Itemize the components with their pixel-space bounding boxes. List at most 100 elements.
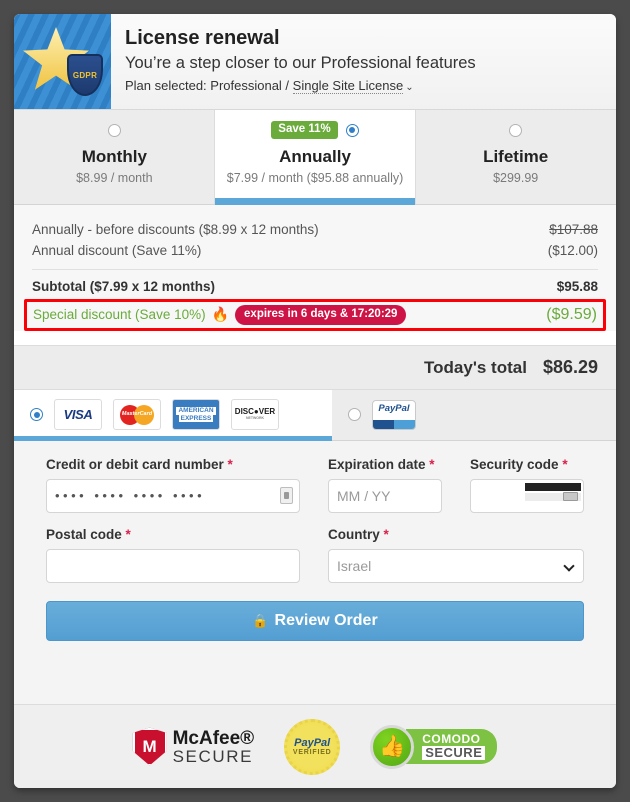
paypal-verified-line1: PayPal [294,736,331,749]
security-code-input[interactable] [470,478,584,513]
amex-icon: AMERICAN EXPRESS [172,399,220,430]
comodo-secure-badge: 👍 COMODO SECURE [370,724,498,769]
field-group-postal-code: Postal code * [46,527,300,583]
mcafee-text: McAfee® SECURE [173,729,255,765]
country-label: Country * [328,527,584,542]
country-label-text: Country [328,526,380,542]
postal-code-label: Postal code * [46,527,300,542]
comodo-text: COMODO SECURE [406,729,498,764]
paypal-label: PayPal [378,402,410,414]
mcafee-initial: M [142,736,157,756]
total-label: Today's total [424,357,527,377]
breakdown-row-subtotal: Subtotal ($7.99 x 12 months) $95.88 [32,276,598,297]
magnetic-stripe [525,482,581,491]
special-discount-value: ($9.59) [546,305,597,323]
amex-mark: AMERICAN EXPRESS [173,400,219,429]
card-number-label-text: Credit or debit card number [46,456,224,472]
tab-lifetime-top [415,120,616,140]
mcafee-line2: SECURE [172,746,254,766]
mcafee-line1: McAfee® [172,727,255,749]
payment-method-credit-card[interactable]: VISA MasterCard AMERICAN EXPRESS DISC●VE… [14,389,332,441]
review-order-button[interactable]: 🔒 Review Order [46,600,584,641]
tab-lifetime[interactable]: Lifetime $299.99 [415,110,616,204]
required-asterisk: * [227,456,233,472]
total-bar: Today's total $86.29 [14,344,616,390]
header: GDPR License renewal You’re a step close… [14,14,616,110]
postal-code-input[interactable] [46,548,300,583]
card-number-input[interactable]: •••• •••• •••• •••• [46,478,300,513]
thumbs-up-icon: 👍 [370,724,415,769]
before-discounts-value: $107.88 [549,222,598,237]
subtotal-label: Subtotal ($7.99 x 12 months) [32,279,216,294]
discover-mark: DISC●VER NETWORK [235,408,275,421]
form-row-1: Credit or debit card number * •••• •••• … [46,457,584,513]
discover-sub: NETWORK [245,416,265,421]
field-group-security-code: Security code * [470,457,584,513]
form-row-2: Postal code * Country * Israel [46,527,584,583]
radio-lifetime[interactable] [509,123,523,137]
card-number-label: Credit or debit card number * [46,457,300,472]
trust-badges: M McAfee® SECURE PayPal VERIFIED 👍 COMOD… [14,704,616,788]
field-group-country: Country * Israel [328,527,584,583]
payment-form: Credit or debit card number * •••• •••• … [14,440,616,704]
mcafee-shield-icon: M [132,727,167,766]
radio-annually[interactable] [345,123,359,137]
mastercard-mark: MasterCard [120,404,154,425]
review-order-label: Review Order [274,611,378,629]
expiration-label: Expiration date * [328,457,442,472]
visa-label: VISA [63,407,93,422]
save-badge: Save 11% [271,121,338,139]
radio-monthly[interactable] [107,123,121,137]
security-code-label: Security code * [470,457,584,472]
expiration-input[interactable]: MM / YY [328,478,442,513]
tab-annually-price: $7.99 / month ($95.88 annually) [226,171,404,185]
product-logo: GDPR [14,14,111,109]
required-asterisk: * [429,456,435,472]
tab-annually-name: Annually [279,147,351,166]
tab-monthly[interactable]: Monthly $8.99 / month [14,110,215,204]
plan-selected-line: Plan selected: Professional / Single Sit… [125,78,476,95]
amex-line2: EXPRESS [178,414,214,422]
page-title: License renewal [125,27,280,49]
form-spacer [46,513,584,527]
breakdown-row-before-discounts: Annually - before discounts ($8.99 x 12 … [32,219,598,240]
required-asterisk: * [383,526,389,542]
mastercard-icon: MasterCard [113,399,161,430]
breakdown-divider [32,269,598,270]
radio-paypal[interactable] [348,408,361,421]
mastercard-label: MasterCard [121,410,153,417]
countdown-timer-badge: expires in 6 days & 17:20:29 [235,305,407,325]
special-discount-left: Special discount (Save 10%) 🔥 expires in… [33,305,407,325]
field-group-expiration: Expiration date * MM / YY [328,457,442,513]
subtotal-value: $95.88 [556,279,598,294]
country-select-wrap: Israel [328,548,584,583]
postal-code-label-text: Postal code [46,526,122,542]
page-background: GDPR License renewal You’re a step close… [0,0,630,802]
radio-credit-card[interactable] [30,408,43,421]
tab-lifetime-name: Lifetime [483,147,549,166]
fire-icon: 🔥 [211,306,230,323]
payment-method-selector: VISA MasterCard AMERICAN EXPRESS DISC●VE… [14,389,616,441]
plan-selected-prefix: Plan selected: Professional / [125,78,293,94]
payment-method-paypal[interactable]: PayPal [332,390,616,440]
country-select[interactable]: Israel [328,548,584,583]
mcafee-secure-badge: M McAfee® SECURE [132,727,255,766]
chevron-down-icon[interactable]: ⌄ [405,82,413,93]
gdpr-shield-icon: GDPR [67,54,103,96]
discover-label: DISC●VER [234,407,276,417]
lock-icon: 🔒 [252,612,269,628]
billing-period-tabs: Monthly $8.99 / month Save 11% Annually … [14,110,616,205]
tab-lifetime-price: $299.99 [493,171,539,185]
paypal-verified-badge: PayPal VERIFIED [284,718,341,775]
page-subtitle: You’re a step closer to our Professional… [125,54,476,72]
plan-license-dropdown[interactable]: Single Site License [292,78,404,95]
annual-discount-value: ($12.00) [547,243,598,258]
required-asterisk: * [125,526,131,542]
tab-annually[interactable]: Save 11% Annually $7.99 / month ($95.88 … [214,110,416,205]
expiration-label-text: Expiration date [328,456,426,472]
gdpr-shield-label: GDPR [72,70,98,80]
paypal-bars [373,419,415,429]
special-discount-label: Special discount (Save 10%) [33,307,206,323]
annual-discount-label: Annual discount (Save 11%) [32,243,202,258]
security-code-label-text: Security code [470,456,559,472]
